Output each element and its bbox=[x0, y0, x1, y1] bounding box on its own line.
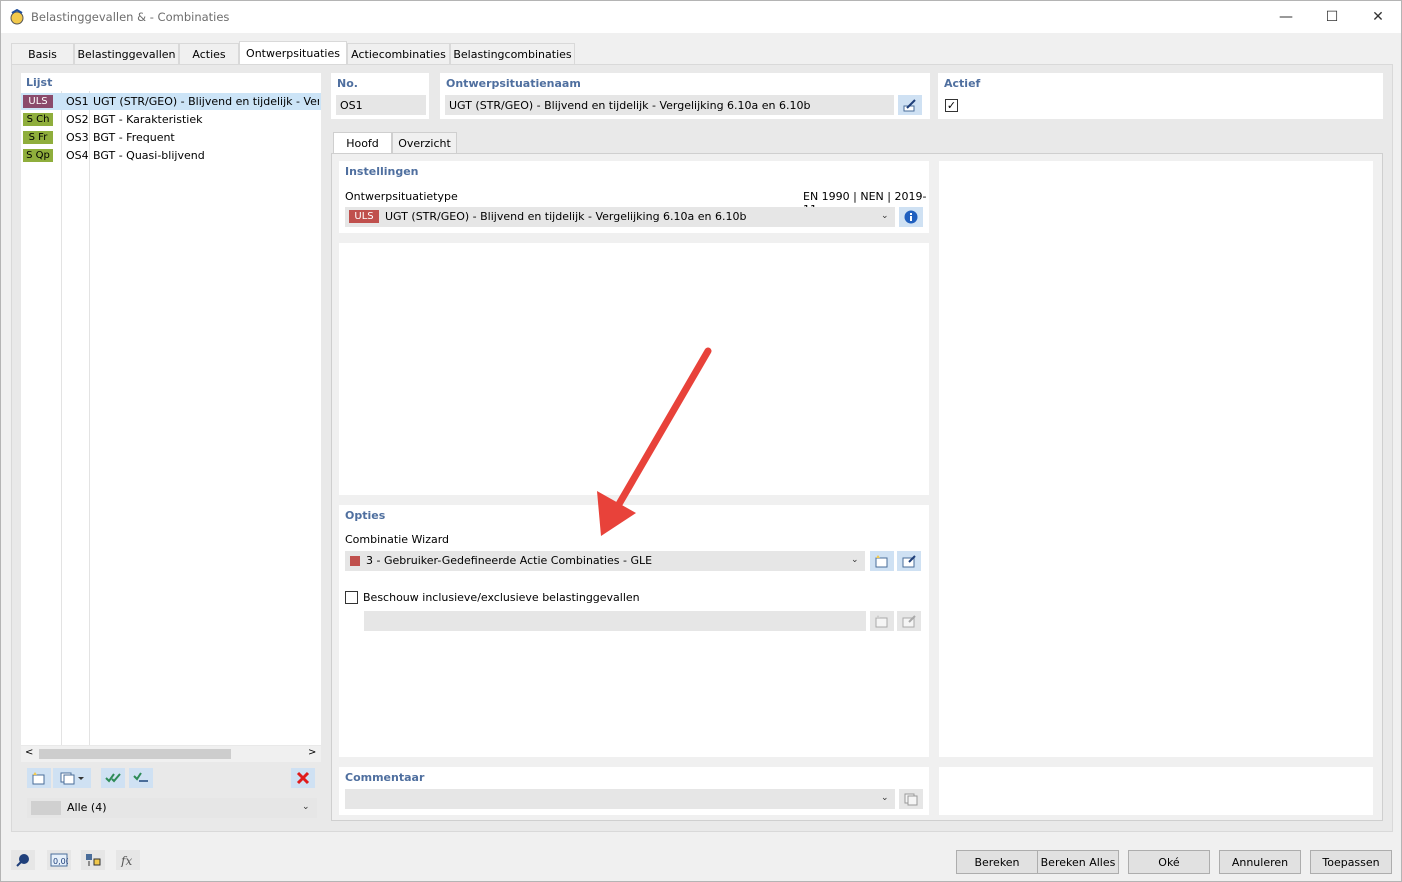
search-help-icon[interactable] bbox=[11, 850, 35, 870]
list-item-label: BGT - Quasi-blijvend bbox=[93, 149, 205, 162]
type-value: UGT (STR/GEO) - Blijvend en tijdelijk - … bbox=[385, 210, 747, 223]
preview-area bbox=[939, 161, 1373, 757]
settings-section: Instellingen Ontwerpsituatietype EN 1990… bbox=[339, 161, 929, 233]
list-item-os4[interactable]: S Qp OS4 BGT - Quasi-blijvend bbox=[21, 147, 321, 164]
name-section: Ontwerpsituatienaam UGT (STR/GEO) - Blij… bbox=[440, 73, 930, 119]
options-section: Opties Combinatie Wizard 3 - Gebruiker-G… bbox=[339, 505, 929, 757]
list-item-id: OS2 bbox=[66, 113, 89, 126]
list-item-label: UGT (STR/GEO) - Blijvend en tijdelijk - … bbox=[93, 95, 319, 108]
tab-acties[interactable]: Acties bbox=[179, 43, 239, 65]
active-label: Actief bbox=[944, 77, 981, 90]
filter-value: Alle (4) bbox=[67, 801, 107, 814]
app-icon bbox=[9, 8, 25, 25]
tab-belastinggevallen[interactable]: Belastinggevallen bbox=[74, 43, 179, 65]
list-item-id: OS1 bbox=[66, 95, 89, 108]
sqp-badge: S Qp bbox=[23, 149, 53, 162]
list-item-id: OS4 bbox=[66, 149, 89, 162]
new-wizard-icon[interactable] bbox=[870, 551, 894, 571]
new-inclusive-icon bbox=[870, 611, 894, 631]
uls-badge: ULS bbox=[349, 210, 379, 223]
wizard-label: Combinatie Wizard bbox=[345, 533, 450, 546]
options-title: Opties bbox=[345, 509, 386, 522]
toggle-check-icon[interactable] bbox=[129, 768, 153, 788]
inclusive-field bbox=[364, 611, 866, 631]
list-item-label: BGT - Frequent bbox=[93, 131, 175, 144]
view-settings-icon[interactable] bbox=[81, 850, 105, 870]
delete-icon[interactable] bbox=[291, 768, 315, 788]
no-section: No. OS1 bbox=[331, 73, 429, 119]
list-panel: Lijst ULS OS1 UGT (STR/GEO) - Blijvend e… bbox=[21, 73, 321, 762]
svg-text:0,00: 0,00 bbox=[53, 857, 68, 866]
tab-basis[interactable]: Basis bbox=[11, 43, 74, 65]
info-icon[interactable] bbox=[899, 207, 923, 227]
wizard-dropdown[interactable]: 3 - Gebruiker-Gedefineerde Actie Combina… bbox=[345, 551, 865, 571]
tab-hoofd[interactable]: Hoofd bbox=[333, 132, 392, 154]
list-item-label: BGT - Karakteristiek bbox=[93, 113, 203, 126]
chevron-down-icon: ⌄ bbox=[881, 793, 889, 803]
scroll-thumb[interactable] bbox=[39, 749, 231, 759]
list-item-id: OS3 bbox=[66, 131, 89, 144]
wizard-value: 3 - Gebruiker-Gedefineerde Actie Combina… bbox=[366, 554, 653, 567]
wizard-color-swatch bbox=[350, 556, 360, 566]
comment-title: Commentaar bbox=[345, 771, 425, 784]
name-field[interactable]: UGT (STR/GEO) - Blijvend en tijdelijk - … bbox=[445, 95, 894, 115]
list-scrollbar[interactable]: < > bbox=[21, 746, 321, 762]
type-label: Ontwerpsituatietype bbox=[345, 190, 458, 203]
active-section: Actief ✓ bbox=[938, 73, 1383, 119]
inclusive-checkbox[interactable] bbox=[345, 591, 358, 604]
copy-item-icon[interactable] bbox=[53, 768, 91, 788]
chevron-down-icon: ⌄ bbox=[851, 555, 859, 565]
tab-belastingcombinaties[interactable]: Belastingcombinaties bbox=[450, 43, 575, 65]
filter-dropdown[interactable]: Alle (4) ⌄ bbox=[27, 798, 317, 818]
filter-swatch bbox=[31, 801, 61, 815]
close-button[interactable]: ✕ bbox=[1355, 1, 1401, 33]
sch-badge: S Ch bbox=[23, 113, 53, 126]
tab-actiecombinaties[interactable]: Actiecombinaties bbox=[347, 43, 450, 65]
comment-section: Commentaar ⌄ bbox=[339, 767, 929, 815]
title-bar: Belastinggevallen & - Combinaties — ☐ ✕ bbox=[1, 1, 1401, 33]
tab-ontwerpsituaties[interactable]: Ontwerpsituaties bbox=[239, 41, 347, 65]
window-title: Belastinggevallen & - Combinaties bbox=[31, 10, 230, 24]
no-field[interactable]: OS1 bbox=[336, 95, 426, 115]
list-item-os2[interactable]: S Ch OS2 BGT - Karakteristiek bbox=[21, 111, 321, 128]
check-all-icon[interactable] bbox=[101, 768, 125, 788]
inclusive-label: Beschouw inclusieve/exclusieve belasting… bbox=[363, 591, 640, 604]
annotation-arrow-icon bbox=[597, 347, 712, 536]
maximize-button[interactable]: ☐ bbox=[1309, 1, 1355, 33]
settings-title: Instellingen bbox=[345, 165, 419, 178]
minimize-button[interactable]: — bbox=[1263, 1, 1309, 33]
comment-side-area bbox=[939, 767, 1373, 815]
edit-name-icon[interactable] bbox=[898, 95, 922, 115]
active-checkbox[interactable]: ✓ bbox=[945, 99, 958, 112]
uls-badge: ULS bbox=[23, 95, 53, 108]
bereken-alles-button[interactable]: Bereken Alles bbox=[1037, 850, 1119, 874]
list-item-os3[interactable]: S Fr OS3 BGT - Frequent bbox=[21, 129, 321, 146]
new-item-icon[interactable] bbox=[27, 768, 51, 788]
list-column-divider bbox=[89, 91, 90, 745]
chevron-down-icon: ⌄ bbox=[302, 802, 310, 812]
edit-wizard-icon[interactable] bbox=[897, 551, 921, 571]
decimals-icon[interactable]: 0,00 bbox=[47, 850, 71, 870]
no-label: No. bbox=[337, 77, 358, 90]
scroll-left-icon[interactable]: < bbox=[25, 747, 33, 758]
toepassen-button[interactable]: Toepassen bbox=[1310, 850, 1392, 874]
sfr-badge: S Fr bbox=[23, 131, 53, 144]
comment-field[interactable] bbox=[345, 789, 895, 809]
list-column-divider bbox=[61, 91, 62, 745]
tab-overzicht[interactable]: Overzicht bbox=[392, 132, 457, 154]
list-title: Lijst bbox=[26, 76, 53, 89]
ok-button[interactable]: Oké bbox=[1128, 850, 1210, 874]
svg-text:fx: fx bbox=[120, 854, 132, 867]
bereken-button[interactable]: Bereken bbox=[956, 850, 1038, 874]
annuleren-button[interactable]: Annuleren bbox=[1219, 850, 1301, 874]
scroll-right-icon[interactable]: > bbox=[308, 747, 316, 758]
formula-icon[interactable]: fx bbox=[116, 850, 140, 870]
name-label: Ontwerpsituatienaam bbox=[446, 77, 581, 90]
copy-comment-icon[interactable] bbox=[899, 789, 923, 809]
dialog-window: Belastinggevallen & - Combinaties — ☐ ✕ … bbox=[0, 0, 1402, 882]
edit-inclusive-icon bbox=[897, 611, 921, 631]
chevron-down-icon: ⌄ bbox=[881, 211, 889, 221]
type-dropdown[interactable]: ULS UGT (STR/GEO) - Blijvend en tijdelij… bbox=[345, 207, 895, 227]
list-item-os1[interactable]: ULS OS1 UGT (STR/GEO) - Blijvend en tijd… bbox=[21, 93, 321, 110]
